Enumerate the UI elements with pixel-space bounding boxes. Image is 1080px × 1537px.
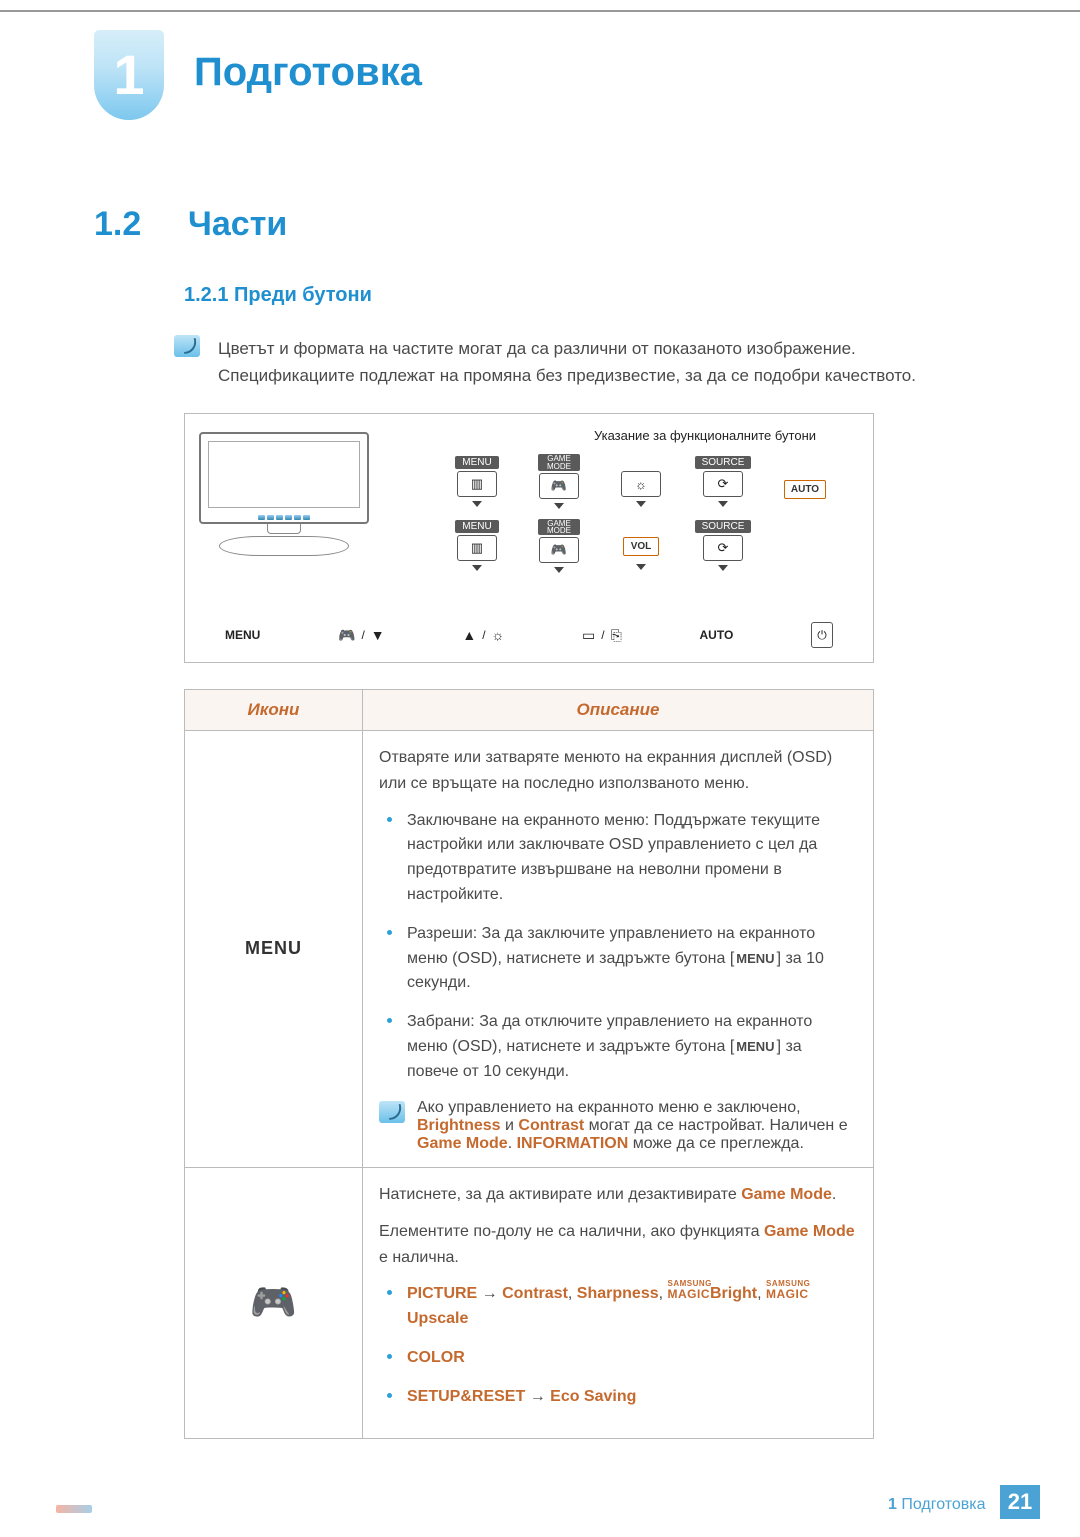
note-icon	[379, 1101, 405, 1123]
th-icons: Икони	[185, 690, 363, 731]
list-item: Разреши: За да заключите управлението на…	[379, 922, 857, 996]
page-footer: 1 Подготовка 21	[40, 1485, 1040, 1519]
list-item: SETUP&RESET → Eco Saving	[379, 1385, 857, 1410]
brightness-icon: ☼	[492, 627, 505, 643]
monitor-illustration	[199, 432, 369, 556]
gamepad-icon: 🎮	[250, 1282, 297, 1324]
source-icon: ⟳	[703, 471, 743, 497]
power-icon: ⏻	[811, 622, 833, 648]
label-menu: MENU	[455, 456, 498, 469]
label-source: SOURCE	[695, 456, 752, 469]
note-line: Цветът и формата на частите могат да са …	[218, 335, 916, 362]
menu-label: MENU	[245, 938, 302, 958]
gamepad-icon: 🎮	[539, 537, 579, 563]
note-block: Цветът и формата на частите могат да са …	[174, 335, 986, 389]
vol-badge: VOL	[623, 537, 660, 556]
label-source: SOURCE	[695, 520, 752, 533]
list-item: Забрани: За да отключите управлението на…	[379, 1010, 857, 1084]
desc-text: Натиснете, за да активирате или дезактив…	[379, 1182, 857, 1208]
chapter-tab: 1	[94, 30, 164, 120]
table-row: MENU Отваряте или затваряте менюто на ек…	[185, 731, 874, 1167]
source-icon: ⟳	[703, 535, 743, 561]
front-buttons-diagram: Указание за функционалните бутони MENU ▥…	[184, 413, 874, 663]
diagram-caption: Указание за функционалните бутони	[555, 428, 855, 443]
label-game-mode: GAMEMODE	[538, 454, 580, 470]
gamepad-icon: 🎮	[338, 627, 355, 644]
gamepad-icon: 🎮	[539, 473, 579, 499]
chapter-number: 1	[113, 47, 144, 103]
menu-button-icon: ▥	[457, 535, 497, 561]
menu-button-icon: ▥	[457, 471, 497, 497]
chapter-title: Подготовка	[194, 20, 422, 95]
source-icon: ▭	[582, 627, 595, 644]
subsection-title: 1.2.1 Преди бутони	[184, 284, 372, 306]
footer-breadcrumb: 1 Подготовка	[888, 1496, 990, 1513]
legend-menu: MENU	[225, 628, 260, 642]
note-icon	[174, 335, 200, 357]
label-game-mode: GAMEMODE	[538, 519, 580, 535]
list-item: Заключване на екранното меню: Поддържате…	[379, 809, 857, 908]
brightness-icon: ☼	[621, 471, 661, 497]
page-number: 21	[1000, 1485, 1040, 1519]
desc-text: Отваряте или затваряте менюто на екранни…	[379, 745, 857, 796]
section-number: 1.2	[94, 205, 164, 244]
icons-table: Икони Описание MENU Отваряте или затваря…	[184, 689, 874, 1438]
list-item: COLOR	[379, 1346, 857, 1371]
section-title: Части	[188, 205, 287, 244]
table-row: 🎮 Натиснете, за да активирате или дезакт…	[185, 1167, 874, 1438]
th-desc: Описание	[363, 690, 874, 731]
list-item: PICTURE → Contrast, Sharpness, SAMSUNGMA…	[379, 1282, 857, 1332]
note-line: Спецификациите подлежат на промяна без п…	[218, 362, 916, 389]
legend-auto: AUTO	[700, 628, 734, 642]
auto-badge: AUTO	[784, 480, 826, 499]
desc-text: Елементите по-долу не са налични, ако фу…	[379, 1219, 857, 1270]
label-menu: MENU	[455, 520, 498, 533]
inline-note: Ако управлението на екранното меню е зак…	[379, 1099, 857, 1153]
